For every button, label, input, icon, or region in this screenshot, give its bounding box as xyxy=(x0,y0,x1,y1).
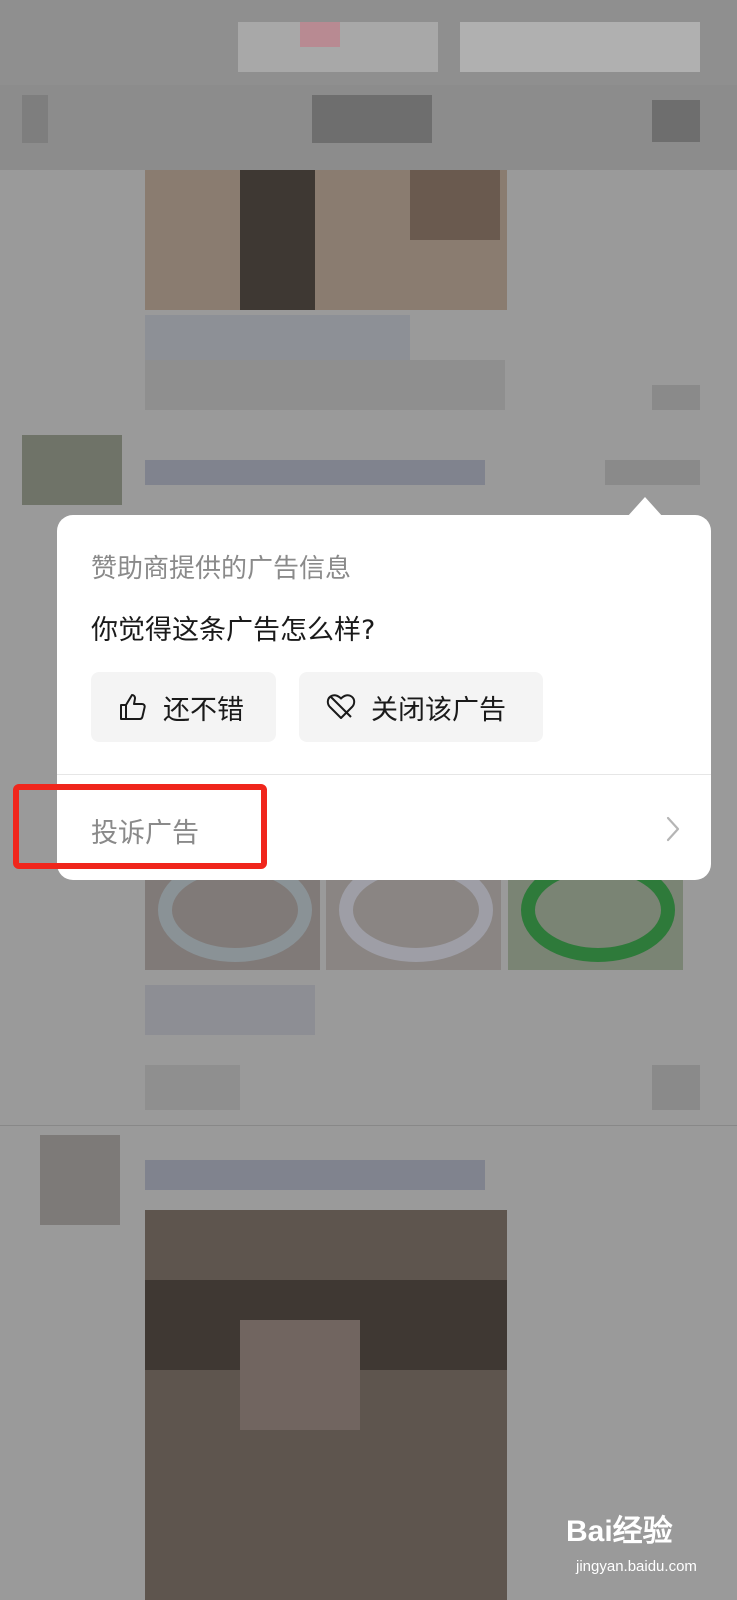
popup-divider xyxy=(57,774,711,775)
back-icon[interactable] xyxy=(22,95,48,143)
broken-heart-icon xyxy=(326,694,356,719)
close-ad-label: 关闭该广告 xyxy=(371,694,506,726)
post-meta-blur xyxy=(145,360,505,410)
avatar[interactable] xyxy=(40,1135,120,1225)
post-text-blur xyxy=(145,985,315,1035)
more-icon[interactable] xyxy=(652,385,700,410)
watermark-logo: Bai经验 xyxy=(566,1515,673,1548)
user-name-blur xyxy=(145,1160,485,1190)
watermark: Bai经验 jingyan.baidu.com xyxy=(558,1502,728,1592)
chevron-right-icon[interactable] xyxy=(665,815,681,843)
watermark-url: jingyan.baidu.com xyxy=(576,1558,697,1575)
like-ad-label: 还不错 xyxy=(163,694,244,726)
more-icon[interactable] xyxy=(652,1065,700,1110)
close-ad-button[interactable]: 关闭该广告 xyxy=(299,672,543,742)
like-ad-button[interactable]: 还不错 xyxy=(91,672,276,742)
green-bangle-shape xyxy=(521,870,675,962)
bangle-shape xyxy=(339,870,493,962)
ad-label-blur xyxy=(605,460,700,485)
status-bar-blur xyxy=(300,22,340,47)
sponsor-caption: 赞助商提供的广告信息 xyxy=(91,554,352,584)
post-text-blur xyxy=(145,315,410,365)
thumbs-up-icon xyxy=(120,694,146,720)
page-title-blur xyxy=(312,95,432,143)
post-image-detail xyxy=(410,170,500,240)
camera-icon[interactable] xyxy=(652,100,700,142)
highlight-annotation xyxy=(13,784,267,869)
post-image-detail xyxy=(240,1320,360,1430)
feedback-question: 你觉得这条广告怎么样? xyxy=(91,615,376,646)
post-meta-blur xyxy=(145,1065,240,1110)
post-image-detail xyxy=(240,170,315,310)
divider xyxy=(0,1125,737,1126)
avatar[interactable] xyxy=(22,435,122,505)
status-bar-blur xyxy=(460,22,700,72)
user-name-blur xyxy=(145,460,485,485)
popup-arrow xyxy=(627,497,663,517)
bangle-shape xyxy=(158,870,312,962)
